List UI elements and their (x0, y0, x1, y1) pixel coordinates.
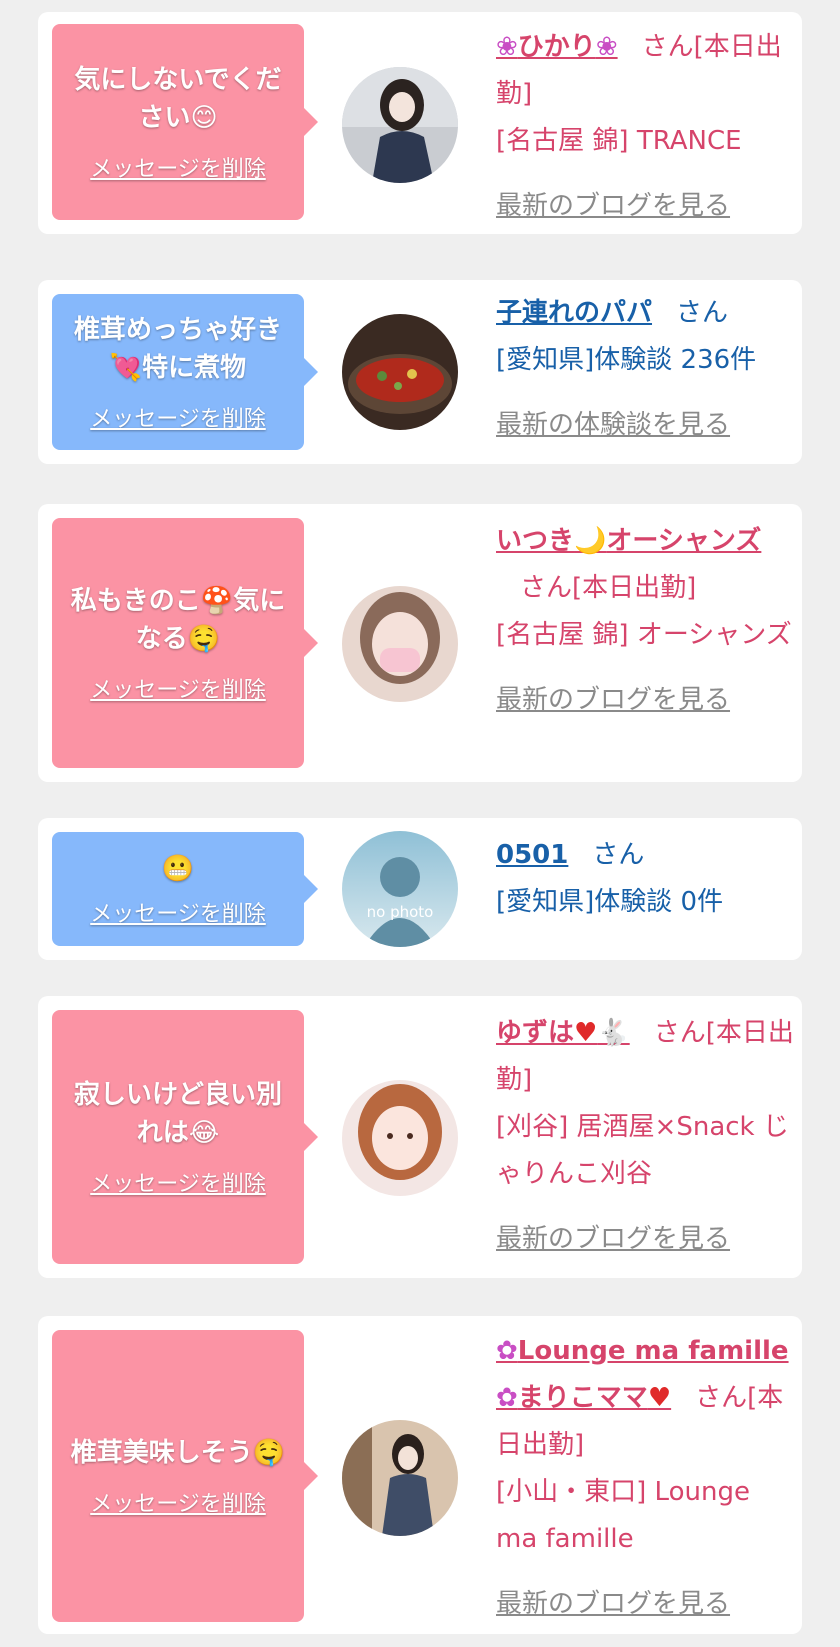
profile-info: ゆずは♥🐇 さん[本日出勤] [刈谷] 居酒屋×Snack じゃりんこ刈谷 最新の… (496, 1010, 796, 1263)
profile-info: 子連れのパパ さん [愛知県]体験談 236件 最新の体験談を見る (496, 290, 796, 449)
drool-face-icon: 🤤 (252, 1438, 286, 1468)
message-list: 気にしないでください😊 メッセージを削除 ❀ひかり❀ さん[本日出勤] [名古屋 … (0, 0, 840, 1647)
message-card: 😬 メッセージを削除 no photo 0501 さん [愛知県]体験談 0件 (38, 818, 802, 960)
grimace-face-icon: 😬 (161, 854, 195, 884)
girl-name-link[interactable]: ✿まりこママ♥ (496, 1383, 671, 1413)
shop-text: [小山・東口] Lounge ma famille (496, 1477, 750, 1554)
girl-name-link[interactable]: ゆずは♥🐇 (496, 1018, 630, 1048)
blog-link[interactable]: 最新のブログを見る (496, 183, 796, 230)
avatar[interactable] (342, 1080, 458, 1196)
no-photo-label: no photo (366, 903, 434, 921)
flower-icon: ✿ (496, 1383, 518, 1413)
message-bubble: 気にしないでください😊 メッセージを削除 (52, 24, 318, 220)
smile-emoji-icon: 😊 (190, 103, 218, 133)
flower-icon: ❀ (496, 32, 518, 62)
message-bubble: 私もきのこ🍄気になる🤤 メッセージを削除 (52, 518, 318, 768)
area-text: [愛知県]体験談 236件 (496, 345, 757, 375)
profile-info: 0501 さん [愛知県]体験談 0件 (496, 832, 796, 926)
message-card: 気にしないでください😊 メッセージを削除 ❀ひかり❀ さん[本日出勤] [名古屋 … (38, 12, 802, 234)
message-card: 椎茸美味しそう🤤 メッセージを削除 ✿Lounge ma famille ✿まり… (38, 1316, 802, 1634)
avatar[interactable] (342, 314, 458, 430)
user-name-link[interactable]: 0501 (496, 840, 568, 870)
profile-info: ❀ひかり❀ さん[本日出勤] [名古屋 錦] TRANCE 最新のブログを見る (496, 24, 796, 230)
message-bubble: 椎茸美味しそう🤤 メッセージを削除 (52, 1330, 318, 1622)
message-text: 寂しいけど良い別れは😂 (73, 1080, 282, 1148)
rabbit-icon: 🐇 (597, 1018, 630, 1048)
shop-name-link[interactable]: ✿Lounge ma famille (496, 1336, 789, 1366)
user-name-link[interactable]: 子連れのパパ (496, 298, 652, 328)
mushroom-icon: 🍄 (200, 586, 234, 616)
avatar[interactable] (342, 1420, 458, 1536)
area-text: [愛知県]体験談 0件 (496, 887, 724, 917)
heart-icon: ♥ (647, 1383, 672, 1413)
honorific: さん (641, 32, 694, 62)
honorific: さん (592, 840, 645, 870)
message-text: 私もきのこ🍄気になる🤤 (70, 586, 286, 654)
message-body: 気にしないでください (74, 65, 282, 133)
shop-text: [刈谷] 居酒屋×Snack じゃりんこ刈谷 (496, 1112, 789, 1189)
delete-message-link[interactable]: メッセージを削除 (90, 672, 266, 704)
girl-name-link[interactable]: いつき🌙オーシャンズ (496, 526, 761, 556)
heart-arrow-icon: 💘 (109, 353, 143, 383)
message-card: 私もきのこ🍄気になる🤤 メッセージを削除 いつき🌙オーシャンズさん[本日出勤] … (38, 504, 802, 782)
avatar[interactable]: no photo (342, 831, 458, 947)
drool-face-icon: 🤤 (187, 624, 221, 654)
profile-info: いつき🌙オーシャンズさん[本日出勤] [名古屋 錦] オーシャンズ 最新のブログ… (496, 518, 796, 724)
shop-text: [名古屋 錦] TRANCE (496, 126, 742, 156)
delete-message-link[interactable]: メッセージを削除 (90, 151, 266, 183)
girl-name-link[interactable]: ❀ひかり❀ (496, 32, 618, 62)
message-card: 寂しいけど良い別れは😂 メッセージを削除 ゆずは♥🐇 さん[本日出勤] [刈谷] … (38, 996, 802, 1278)
delete-message-link[interactable]: メッセージを削除 (90, 896, 266, 928)
message-body: 椎茸めっちゃ好き (73, 315, 282, 345)
honorific: さん (653, 1018, 706, 1048)
heart-icon: ♥ (574, 1018, 598, 1048)
message-text: 椎茸めっちゃ好き 💘特に煮物 (73, 315, 282, 383)
message-text: 😬 (162, 850, 194, 888)
shop-text: [名古屋 錦] オーシャンズ (496, 620, 792, 650)
blog-link[interactable]: 最新のブログを見る (496, 1581, 796, 1628)
message-text: 椎茸美味しそう🤤 (70, 1438, 286, 1468)
delete-message-link[interactable]: メッセージを削除 (90, 1486, 266, 1518)
message-bubble: 椎茸めっちゃ好き 💘特に煮物 メッセージを削除 (52, 294, 318, 450)
blog-link[interactable]: 最新のブログを見る (496, 1216, 796, 1263)
flower-icon: ❀ (595, 32, 618, 62)
review-link[interactable]: 最新の体験談を見る (496, 402, 796, 449)
blog-link[interactable]: 最新のブログを見る (496, 677, 796, 724)
moon-icon: 🌙 (574, 526, 607, 556)
profile-info: ✿Lounge ma famille ✿まりこママ♥ さん[本日出勤] [小山・東… (496, 1328, 796, 1628)
flower-icon: ✿ (496, 1336, 518, 1366)
delete-message-link[interactable]: メッセージを削除 (90, 401, 266, 433)
honorific: さん (676, 298, 729, 328)
delete-message-link[interactable]: メッセージを削除 (90, 1166, 266, 1198)
message-card: 椎茸めっちゃ好き 💘特に煮物 メッセージを削除 子連れのパパ さん [愛知県]体験… (38, 280, 802, 464)
message-bubble: 寂しいけど良い別れは😂 メッセージを削除 (52, 1010, 318, 1264)
avatar[interactable] (342, 586, 458, 702)
status-text: [本日出勤] (572, 573, 697, 603)
honorific: さん (520, 573, 573, 603)
message-text: 気にしないでください😊 (62, 61, 294, 137)
avatar[interactable] (342, 67, 458, 183)
tears-face-icon: 😂 (188, 1118, 220, 1148)
message-bubble: 😬 メッセージを削除 (52, 832, 318, 946)
honorific: さん (695, 1383, 748, 1413)
